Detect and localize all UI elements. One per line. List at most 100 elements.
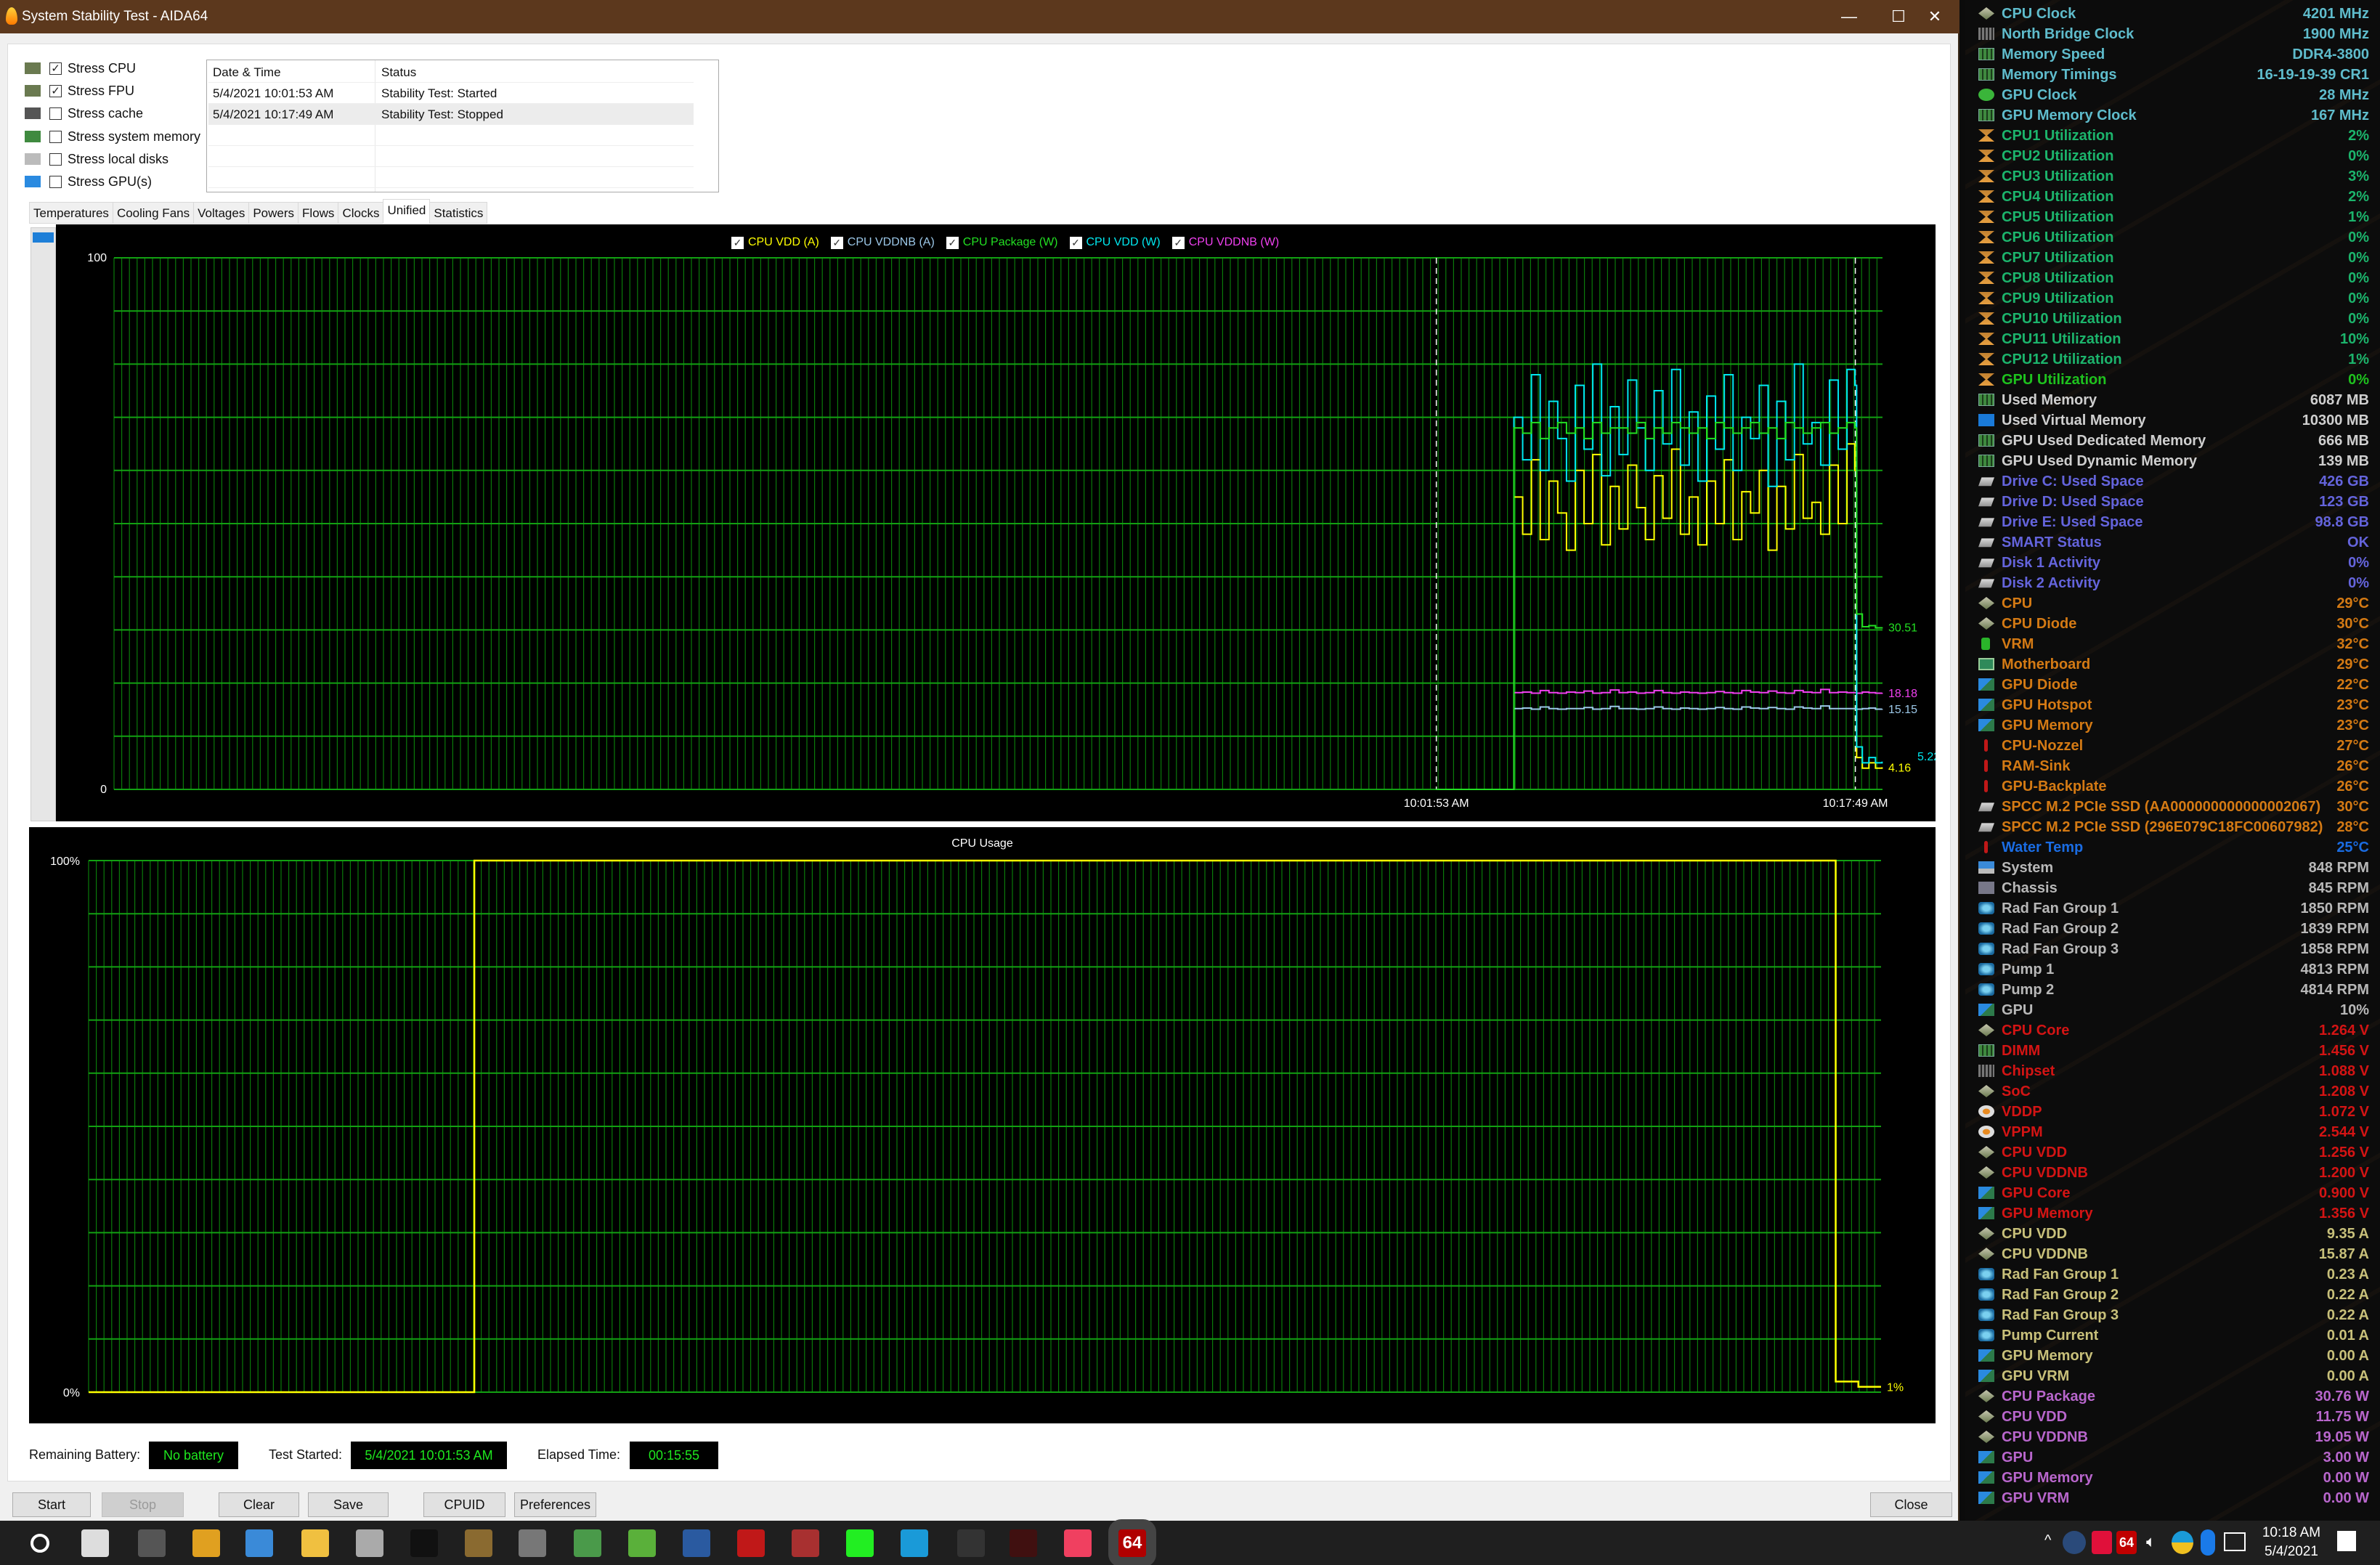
sensor-label: VPPM: [2002, 1124, 2043, 1140]
sensor-row: CPU Package 30.76 W: [1965, 1386, 2380, 1407]
preferences-button[interactable]: Preferences: [514, 1492, 596, 1517]
stress-option[interactable]: Stress system memory: [25, 126, 200, 147]
ram-icon: [1978, 394, 1994, 406]
sync-app[interactable]: [901, 1529, 928, 1557]
stress-option[interactable]: Stress cache: [25, 103, 143, 123]
tab-voltages[interactable]: Voltages: [193, 202, 250, 224]
sensor-value: 0%: [2348, 290, 2369, 306]
start-button[interactable]: [31, 1534, 49, 1553]
sensor-value: 0.00 A: [2326, 1368, 2369, 1384]
log-column-header[interactable]: Date & Time: [213, 65, 281, 80]
asrock-polychrome-app[interactable]: [957, 1529, 985, 1557]
steam-tray-icon[interactable]: [2063, 1531, 2086, 1554]
arrow-app[interactable]: [465, 1529, 492, 1557]
tab-flows[interactable]: Flows: [298, 202, 339, 224]
sensor-value: 848 RPM: [2308, 860, 2369, 876]
sensor-label: GPU Used Dynamic Memory: [2002, 453, 2197, 469]
bluetooth-icon[interactable]: [2201, 1529, 2215, 1556]
x-tick-label: 10:17:49 AM: [1823, 797, 1888, 810]
ram-icon: [1978, 68, 1994, 81]
test-started-label: Test Started:: [269, 1447, 343, 1462]
stress-option[interactable]: ✓ Stress CPU: [25, 58, 136, 78]
sensor-value: 1.200 V: [2319, 1165, 2369, 1181]
rosewill-app[interactable]: [1010, 1529, 1037, 1557]
ram-icon: [1978, 455, 1994, 467]
log-empty-row: [208, 125, 694, 146]
sensor-value: 0.01 A: [2326, 1328, 2369, 1344]
ryzen-master-app[interactable]: [410, 1529, 438, 1557]
graph-selector-strip[interactable]: [31, 227, 56, 821]
sensor-row: GPU Core 0.900 V: [1965, 1183, 2380, 1203]
colorful-balls-app[interactable]: [1064, 1529, 1092, 1557]
prime95-app[interactable]: [846, 1529, 874, 1557]
sensor-value: 2%: [2348, 189, 2369, 205]
red-cross-app[interactable]: [792, 1529, 819, 1557]
sensor-row: CPU VDDNB 1.200 V: [1965, 1163, 2380, 1183]
media-player-app[interactable]: [245, 1529, 273, 1557]
sensor-value: 1.088 V: [2319, 1063, 2369, 1079]
close-window-button[interactable]: ✕: [1910, 0, 1959, 33]
uefi-app[interactable]: [138, 1529, 166, 1557]
stress-option-label: Stress system memory: [68, 129, 201, 144]
gpu-icon: [1978, 1471, 1994, 1484]
chrome-app[interactable]: [192, 1529, 220, 1557]
clock-date: 5/4/2021: [2265, 1544, 2318, 1559]
sensor-value: 0.22 A: [2326, 1287, 2369, 1303]
xbox-like-app[interactable]: [628, 1529, 656, 1557]
close-button[interactable]: Close: [1870, 1492, 1952, 1517]
network-icon[interactable]: [2224, 1532, 2246, 1551]
minimize-button[interactable]: —: [1824, 0, 1874, 33]
file-explorer-app[interactable]: [301, 1529, 329, 1557]
start-button[interactable]: Start: [12, 1492, 91, 1517]
stop-button[interactable]: Stop: [102, 1492, 184, 1517]
tab-powers[interactable]: Powers: [248, 202, 299, 224]
amd-tray-icon[interactable]: [2092, 1531, 2112, 1554]
aida64-tray-icon[interactable]: 64: [2116, 1531, 2137, 1554]
gpu-card-app[interactable]: [574, 1529, 601, 1557]
sensor-label: CPU Clock: [2002, 6, 2076, 22]
stress-option[interactable]: ✓ Stress FPU: [25, 81, 134, 101]
tab-clocks[interactable]: Clocks: [338, 202, 384, 224]
tray-chevron-icon[interactable]: ^: [2044, 1532, 2051, 1549]
volume-icon[interactable]: 🔈︎: [2146, 1532, 2156, 1551]
cpu-usage-chart: CPU Usage 100% 0% 1%: [29, 827, 1936, 1423]
log-column-header[interactable]: Status: [381, 65, 416, 80]
clear-button[interactable]: Clear: [219, 1492, 299, 1517]
cpuid-button[interactable]: CPUID: [423, 1492, 505, 1517]
flash-app[interactable]: [737, 1529, 765, 1557]
sync-tray-icon[interactable]: [2172, 1531, 2193, 1554]
stress-checkbox[interactable]: ✓: [49, 84, 62, 97]
save-button[interactable]: Save: [308, 1492, 389, 1517]
stress-checkbox[interactable]: [49, 153, 62, 166]
y-tick-label: 0%: [63, 1387, 80, 1399]
taskbar-clock[interactable]: 10:18 AM 5/4/2021: [2259, 1524, 2324, 1561]
sensor-row: CPU4 Utilization 2%: [1965, 187, 2380, 207]
aida64-app[interactable]: 64: [1108, 1519, 1156, 1565]
tab-cooling-fans[interactable]: Cooling Fans: [112, 202, 195, 224]
stress-checkbox[interactable]: [49, 175, 62, 188]
cpu-z-app[interactable]: [519, 1529, 546, 1557]
task-view-button[interactable]: [81, 1529, 109, 1557]
stress-option[interactable]: Stress local disks: [25, 149, 168, 169]
sensor-row: Drive D: Used Space 123 GB: [1965, 492, 2380, 512]
tab-unified[interactable]: Unified: [383, 199, 431, 224]
sensor-value: 1839 RPM: [2300, 921, 2370, 937]
graph-selector-indicator[interactable]: [33, 232, 54, 243]
log-row[interactable]: 5/4/2021 10:17:49 AM Stability Test: Stop…: [208, 104, 694, 125]
sensor-row: Pump 2 4814 RPM: [1965, 980, 2380, 1000]
sensor-value: 28°C: [2336, 819, 2369, 835]
stress-option[interactable]: Stress GPU(s): [25, 171, 152, 192]
yin-yang-app[interactable]: [356, 1529, 383, 1557]
stress-checkbox[interactable]: [49, 107, 62, 120]
sensor-label: CPU VDD: [2002, 1145, 2068, 1160]
tab-temperatures[interactable]: Temperatures: [29, 202, 113, 224]
sensor-value: 6087 MB: [2310, 392, 2369, 408]
stress-checkbox[interactable]: ✓: [49, 62, 62, 75]
notifications-icon[interactable]: [2337, 1531, 2356, 1551]
tab-statistics[interactable]: Statistics: [429, 202, 488, 224]
cinebench-app[interactable]: [683, 1529, 710, 1557]
stress-checkbox[interactable]: [49, 130, 62, 143]
sensor-label: GPU Diode: [2002, 677, 2078, 693]
log-row[interactable]: 5/4/2021 10:01:53 AM Stability Test: Star…: [208, 83, 694, 104]
sensor-value: 11.75 W: [2315, 1409, 2369, 1425]
